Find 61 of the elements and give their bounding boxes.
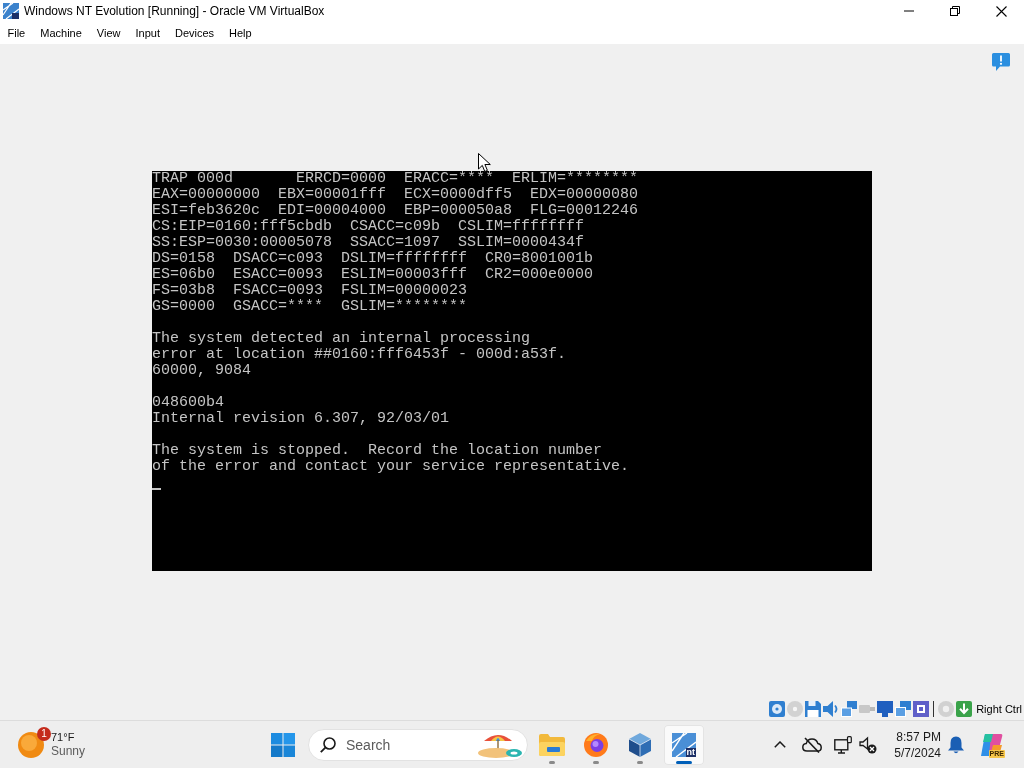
chip-icon[interactable] [913,701,930,717]
weather-condition-text: Sunny [51,744,86,759]
monitor-icon[interactable] [877,701,894,717]
speaker-muted-icon [859,735,877,754]
console-text: 048600b4 [152,395,224,411]
alert-count: 1 [37,726,51,741]
window-title: Windows NT Evolution [Running] - Oracle VM VirtualBox [24,4,325,18]
console-text: DS=0158 DSACC=c093 DSLIM=ffffffff CR0=8001001b [152,251,594,267]
console-text: EAX=00000000 EBX=00001fff ECX=0000dff5 EDX=00000080 [152,187,639,203]
overlapping-windows-icon[interactable] [895,701,912,717]
running-indicator-icon [593,760,599,764]
clock-time[interactable]: 8:57 PM [896,728,941,745]
close-icon [995,5,1007,17]
browser-logo-icon [584,732,608,757]
vm-screen[interactable] [152,171,872,571]
down-arrow-icon[interactable] [956,701,973,717]
taskbar-app-button[interactable]: nt [664,724,704,765]
clock-date[interactable]: 5/7/2024 [894,744,941,761]
temperature-text: 71°F [51,730,75,744]
menu-item[interactable]: Machine [32,25,90,41]
text-cursor-icon [152,488,161,490]
search-field[interactable]: Search [308,728,528,761]
console-text: TRAP 000d ERRCD=0000 ERACC=**** ERLIM=******** [152,171,639,187]
cloud-off-icon [802,736,822,753]
tiled-window-icon [3,3,19,19]
hard-disk-icon[interactable] [769,701,786,717]
mouse-pointer-icon [478,153,491,172]
cube-icon [628,732,652,757]
running-indicator-icon [676,760,692,764]
console-text: 60000, 9084 [152,363,252,379]
four-squares-icon [271,732,295,757]
chevron-up-icon [774,741,786,748]
swirl-logo-icon [979,732,1003,757]
running-indicator-icon [549,760,555,764]
console-text: GS=0000 GSACC=**** GSLIM=******** [152,299,468,315]
running-indicator-icon [637,760,643,764]
menu-item[interactable]: Devices [167,25,222,41]
sun-icon[interactable] [18,731,44,758]
bell-icon [948,735,964,754]
logo-text: nt [685,747,696,757]
alert-bubble-icon[interactable] [992,53,1010,71]
console-text: Internal revision 6.307, 92/03/01 [152,411,450,427]
folder-icon [539,733,565,756]
console-text: ESI=feb3620c EDI=00004000 EBP=000050a8 FLG=00012246 [152,203,639,219]
console-text: The system is stopped. Record the location number of the error and contact your service representative. [152,443,630,475]
menu-item[interactable]: Input [127,25,168,41]
search-icon [320,736,336,753]
menu-item[interactable]: View [89,25,128,41]
console-text: FS=03b8 FSACC=0093 FSLIM=00000023 [152,283,468,299]
speaker-icon[interactable] [823,701,840,717]
console-text: The system detected an internal processing error at location ##0160:fff6453f - 000d:a53f. [152,331,567,363]
host-key-label: Right Ctrl [976,702,1022,716]
tiled-window-icon [672,732,696,757]
console-text: SS:ESP=0030:00005078 SSACC=1097 SSLIM=0000434f [152,235,585,251]
restore-icon [950,6,960,16]
console-text: CS:EIP=0160:fff5cbdb CSACC=c09b CSLIM=ffffffff [152,219,585,235]
network-monitors-icon[interactable] [841,701,858,717]
menu-item[interactable]: File [0,25,33,41]
network-monitor-icon [834,735,852,754]
menu-item[interactable]: Help [221,25,260,41]
console-text: ES=06b0 ESACC=0093 ESLIM=00003fff CR2=000e0000 [152,267,594,283]
